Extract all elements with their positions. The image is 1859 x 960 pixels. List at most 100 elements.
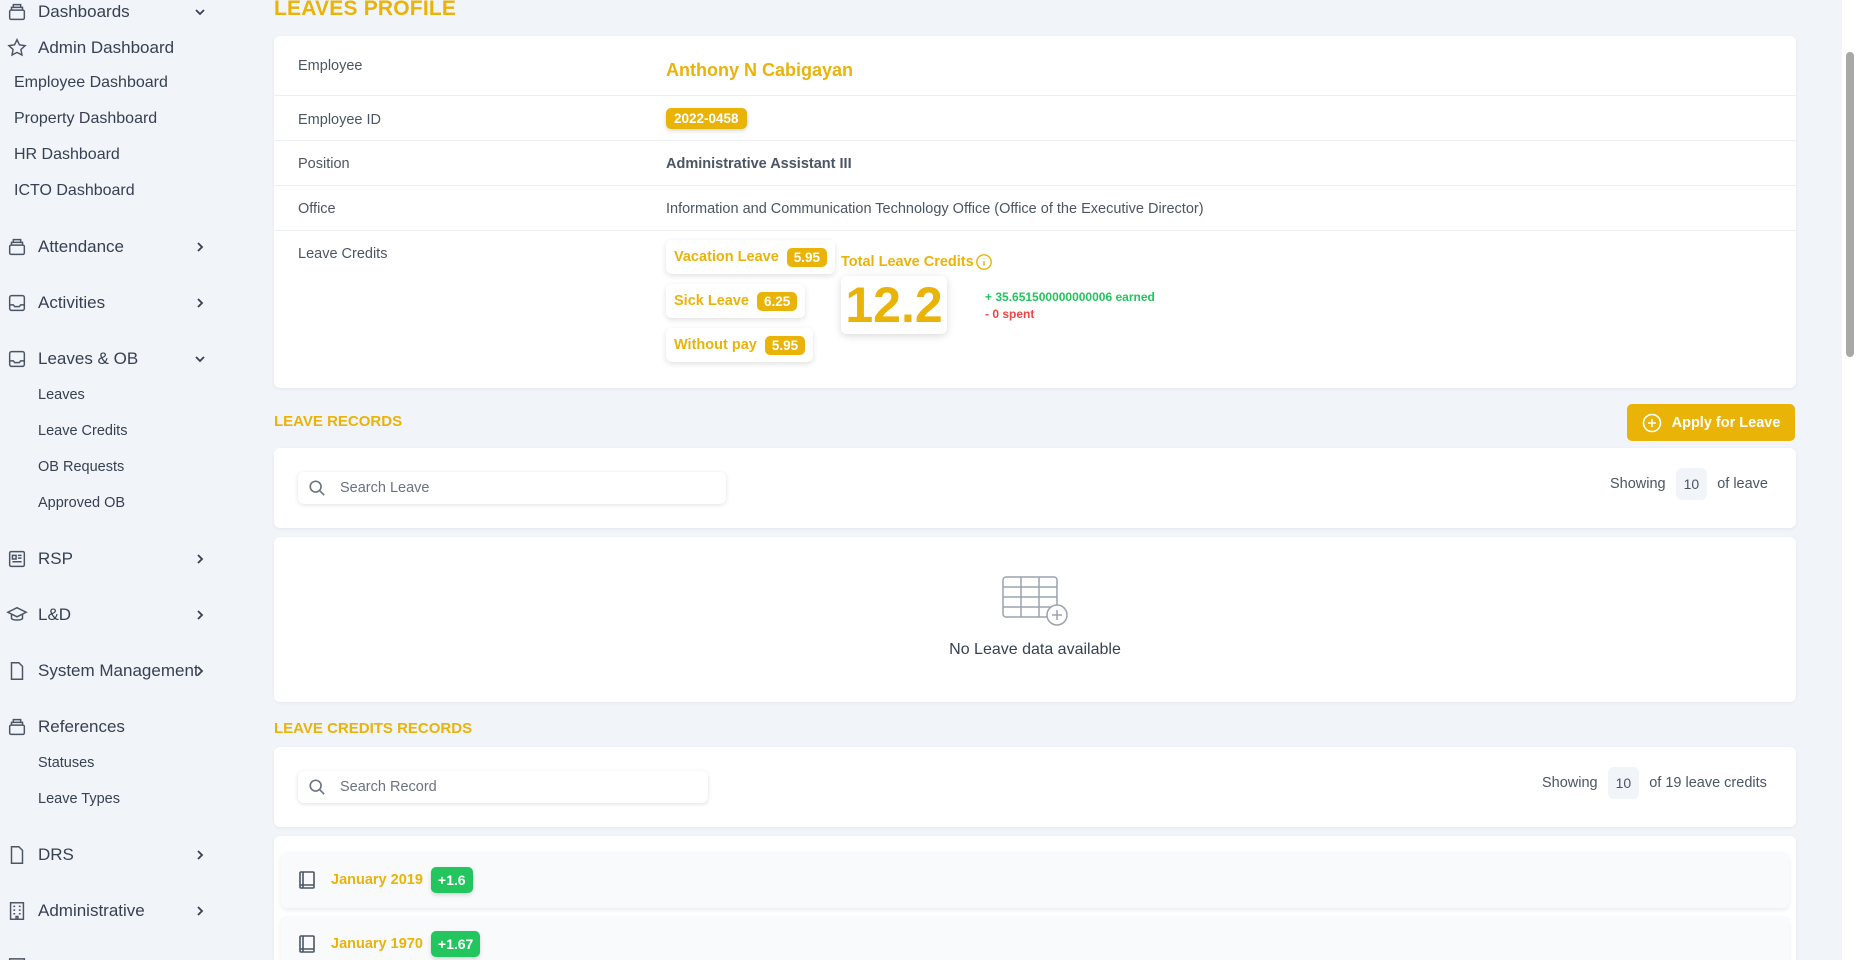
nav-ld-label: L&D bbox=[38, 605, 72, 624]
nav-administrative[interactable]: Administrative bbox=[0, 896, 220, 926]
nav-icto-dashboard[interactable]: ICTO Dashboard bbox=[14, 178, 135, 204]
empty-table-icon bbox=[1002, 576, 1068, 626]
vacation-leave-pill: Vacation Leave 5.95 bbox=[666, 240, 836, 274]
chevron-down-icon bbox=[195, 9, 205, 16]
spent-text: - 0 spent bbox=[985, 307, 1035, 321]
info-icon[interactable] bbox=[975, 253, 993, 271]
nav-dashboards-label: Dashboards bbox=[38, 2, 130, 21]
nav-attendance[interactable]: Attendance bbox=[0, 232, 220, 262]
nav-ob-requests[interactable]: OB Requests bbox=[38, 455, 124, 479]
leave-credits-records-title: LEAVE CREDITS RECORDS bbox=[274, 720, 473, 737]
nav-references-label: References bbox=[38, 717, 125, 736]
position-label: Position bbox=[298, 156, 350, 172]
without-pay-label: Without pay bbox=[674, 337, 757, 353]
nav-property-dashboard[interactable]: Property Dashboard bbox=[14, 106, 157, 132]
total-credits-label: Total Leave Credits bbox=[841, 253, 993, 271]
newspaper-icon bbox=[6, 548, 28, 570]
credits-page-size[interactable]: 10 bbox=[1607, 767, 1640, 799]
apply-leave-button[interactable]: Apply for Leave bbox=[1627, 404, 1795, 441]
nav-admin-dashboard[interactable]: Admin Dashboard bbox=[0, 33, 220, 63]
nav-employee-dashboard[interactable]: Employee Dashboard bbox=[14, 70, 168, 96]
leave-records-empty-card bbox=[274, 537, 1796, 702]
chevron-down-icon bbox=[195, 356, 205, 363]
credits-records-list: January 2019 +1.6 January 1970 +1.67 bbox=[274, 836, 1796, 960]
chevron-right-icon bbox=[197, 242, 204, 252]
inbox-icon bbox=[6, 292, 28, 314]
leave-records-title: LEAVE RECORDS bbox=[274, 413, 403, 430]
without-pay-value: 5.95 bbox=[764, 335, 806, 355]
scrollbar-thumb[interactable] bbox=[1846, 52, 1854, 357]
employee-label: Employee bbox=[298, 58, 363, 74]
credits-showing-label: Showing bbox=[1542, 775, 1598, 791]
credits-search-box[interactable] bbox=[298, 771, 708, 803]
leave-search-card: Showing 10 of leave bbox=[274, 448, 1796, 528]
search-icon bbox=[309, 480, 325, 496]
employee-name: Anthony N Cabigayan bbox=[666, 60, 854, 80]
nav-leaves-ob-label: Leaves & OB bbox=[38, 349, 139, 368]
credits-search-input[interactable] bbox=[340, 779, 668, 795]
nav-activities[interactable]: Activities bbox=[0, 288, 220, 318]
nav-drs-label: DRS bbox=[38, 845, 74, 864]
nav-partial-icon bbox=[6, 950, 28, 960]
credit-record-row[interactable]: January 1970 +1.67 bbox=[281, 916, 1789, 960]
leave-page-size[interactable]: 10 bbox=[1675, 468, 1708, 500]
apply-leave-label: Apply for Leave bbox=[1671, 414, 1781, 431]
building-icon bbox=[6, 900, 28, 922]
archive-icon bbox=[6, 1, 28, 23]
total-credits-text: Total Leave Credits bbox=[841, 254, 974, 270]
nav-statuses[interactable]: Statuses bbox=[38, 751, 94, 775]
profile-card: Employee Anthony N Cabigayan Employee ID… bbox=[274, 36, 1796, 388]
without-pay-pill: Without pay 5.95 bbox=[666, 328, 814, 362]
nav-hr-dashboard[interactable]: HR Dashboard bbox=[14, 142, 120, 168]
book-icon bbox=[299, 871, 315, 889]
chevron-right-icon bbox=[197, 906, 204, 916]
total-credits-value: 12.2 bbox=[841, 276, 947, 334]
nav-dashboards[interactable]: Dashboards bbox=[0, 0, 220, 27]
nav-system-management[interactable]: System Management bbox=[0, 656, 220, 686]
leave-showing: Showing 10 of leave bbox=[1610, 468, 1768, 500]
archive-icon bbox=[6, 236, 28, 258]
leave-search-input[interactable] bbox=[340, 480, 683, 496]
employee-id-label: Employee ID bbox=[298, 112, 382, 128]
leave-search-box[interactable] bbox=[298, 472, 726, 504]
nav-leaves-ob[interactable]: Leaves & OB bbox=[0, 344, 220, 374]
nav-leave-types[interactable]: Leave Types bbox=[38, 787, 120, 811]
nav-drs[interactable]: DRS bbox=[0, 840, 220, 870]
search-icon bbox=[309, 779, 325, 795]
nav-rsp[interactable]: RSP bbox=[0, 544, 220, 574]
credits-showing: Showing 10 of 19 leave credits bbox=[1542, 767, 1767, 799]
credit-record-badge: +1.6 bbox=[430, 867, 473, 893]
book-icon bbox=[299, 935, 315, 953]
chevron-right-icon bbox=[197, 850, 204, 860]
employee-id-badge: 2022-0458 bbox=[666, 108, 747, 129]
sick-leave-pill: Sick Leave 6.25 bbox=[666, 284, 806, 318]
nav-system-management-label: System Management bbox=[38, 661, 199, 680]
chevron-right-icon bbox=[197, 610, 204, 620]
nav-attendance-label: Attendance bbox=[38, 237, 125, 256]
credits-showing-suffix: of 19 leave credits bbox=[1649, 775, 1767, 791]
leave-credits-label: Leave Credits bbox=[298, 246, 388, 262]
nav-rsp-label: RSP bbox=[38, 549, 73, 568]
nav-ld[interactable]: L&D bbox=[0, 600, 220, 630]
inbox-icon bbox=[6, 348, 28, 370]
nav-admin-dashboard-label: Admin Dashboard bbox=[38, 38, 175, 57]
archive-icon bbox=[6, 716, 28, 738]
office-label: Office bbox=[298, 201, 336, 217]
nav-approved-ob[interactable]: Approved OB bbox=[38, 491, 125, 515]
nav-activities-label: Activities bbox=[38, 293, 106, 312]
nav-administrative-label: Administrative bbox=[38, 901, 145, 920]
nav-leave-credits[interactable]: Leave Credits bbox=[38, 419, 127, 443]
document-icon bbox=[6, 660, 28, 682]
nav-references[interactable]: References bbox=[0, 712, 220, 742]
page-scrollbar[interactable] bbox=[1842, 0, 1859, 960]
nav-leaves[interactable]: Leaves bbox=[38, 383, 85, 407]
credit-record-row[interactable]: January 2019 +1.6 bbox=[281, 852, 1789, 908]
sick-leave-label: Sick Leave bbox=[674, 293, 749, 309]
vacation-leave-value: 5.95 bbox=[786, 247, 828, 267]
credit-record-month: January 2019 bbox=[331, 872, 423, 888]
document-icon bbox=[6, 844, 28, 866]
main-content: LEAVES PROFILE Employee Anthony N Cabiga… bbox=[274, 0, 1796, 960]
vacation-leave-label: Vacation Leave bbox=[674, 249, 779, 265]
credit-record-badge: +1.67 bbox=[430, 931, 481, 957]
profile-row-position: Position Administrative Assistant III bbox=[274, 141, 1796, 186]
